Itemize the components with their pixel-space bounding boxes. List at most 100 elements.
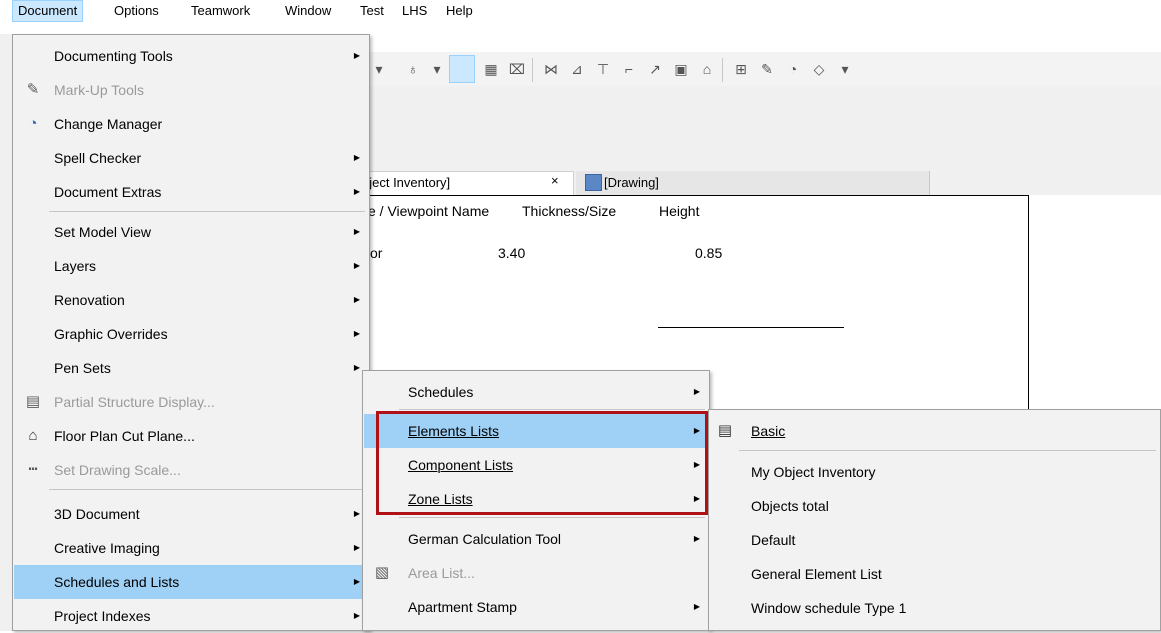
menu-item-partial-structure-display[interactable]: ▤ Partial Structure Display...	[14, 385, 368, 419]
submenu-arrow-icon: ▶	[353, 577, 360, 586]
menu-item-creative-imaging[interactable]: Creative Imaging ▶	[14, 531, 368, 565]
left-panel-edge	[0, 34, 12, 631]
cell-thickness: 3.40	[498, 245, 526, 261]
submenu-arrow-icon: ▶	[353, 543, 360, 552]
menu-item-german-calculation-tool[interactable]: German Calculation Tool ▶	[364, 522, 708, 556]
menu-item-basic[interactable]: ▤ Basic	[710, 414, 1159, 448]
menu-item-label: Graphic Overrides	[54, 326, 168, 342]
dropdown-arrow-icon[interactable]: ▾	[428, 60, 446, 78]
markup-icon[interactable]: ✎	[758, 60, 776, 78]
offset-icon[interactable]: ⌐	[620, 60, 638, 78]
menu-item-floor-plan-cut-plane[interactable]: ⌂ Floor Plan Cut Plane...	[14, 419, 368, 453]
menu-item-schedules[interactable]: Schedules ▶	[364, 375, 708, 409]
menu-lhs[interactable]: LHS	[397, 0, 432, 22]
menu-item-label: My Object Inventory	[751, 464, 876, 480]
submenu-arrow-icon: ▶	[353, 611, 360, 620]
roof-icon[interactable]: ⌂	[698, 60, 716, 78]
change-manager-icon: ◔	[28, 115, 38, 132]
menu-item-mark-up-tools[interactable]: ✎ Mark-Up Tools	[14, 73, 368, 107]
menu-item-label: Window schedule Type 1	[751, 600, 907, 616]
toolbar-separator	[532, 58, 533, 82]
document-menu: Documenting Tools ▶ ✎ Mark-Up Tools ◔ Ch…	[12, 34, 370, 631]
grid-table-icon[interactable]: ▦	[482, 60, 500, 78]
trim-icon[interactable]: ⋈	[542, 60, 560, 78]
menu-item-spell-checker[interactable]: Spell Checker ▶	[14, 141, 368, 175]
toolbar: ▾ ♁ ▾ ▦ ⌧ ⋈ ⊿ ⊤ ⌐ ↗ ▣ ⌂ ⊞ ✎ ◔ ◇ ▾	[370, 52, 1161, 86]
menu-item-renovation[interactable]: Renovation ▶	[14, 283, 368, 317]
menu-item-set-drawing-scale[interactable]: ┅ Set Drawing Scale...	[14, 453, 368, 487]
menu-item-label: Default	[751, 532, 796, 548]
menu-item-apartment-stamp[interactable]: Apartment Stamp ▶	[364, 590, 708, 624]
menu-item-label: Project Indexes	[54, 608, 151, 624]
menu-bar: Document Options Teamwork Window Test LH…	[0, 0, 1161, 22]
menu-item-objects-total[interactable]: Objects total	[710, 489, 1159, 523]
total-line	[658, 327, 844, 328]
submenu-arrow-icon: ▶	[353, 51, 360, 60]
menu-item-documenting-tools[interactable]: Documenting Tools ▶	[14, 39, 368, 73]
submenu-arrow-icon: ▶	[353, 329, 360, 338]
split-icon[interactable]: ⊿	[568, 60, 586, 78]
menu-document[interactable]: Document	[12, 0, 84, 22]
dimension-icon[interactable]: ⊞	[732, 60, 750, 78]
menu-item-label: Pen Sets	[54, 360, 111, 376]
figure-tool-icon[interactable]: ♁	[404, 60, 422, 78]
submenu-arrow-icon: ▶	[353, 363, 360, 372]
tab-drawing-label: [Drawing]	[604, 175, 659, 190]
menu-separator	[399, 409, 705, 410]
menu-item-graphic-overrides[interactable]: Graphic Overrides ▶	[14, 317, 368, 351]
info-box-area	[370, 86, 1161, 171]
dropdown-arrow-icon[interactable]: ▾	[836, 60, 854, 78]
area-list-icon: ▧	[374, 564, 390, 581]
menu-item-layers[interactable]: Layers ▶	[14, 249, 368, 283]
menu-test[interactable]: Test	[355, 0, 389, 22]
submenu-arrow-icon: ▶	[353, 187, 360, 196]
menu-item-label: Schedules and Lists	[54, 574, 180, 590]
menu-item-label: Schedules	[408, 384, 474, 400]
menu-item-pen-sets[interactable]: Pen Sets ▶	[14, 351, 368, 385]
submenu-arrow-icon: ▶	[353, 153, 360, 162]
menu-item-area-list[interactable]: ▧ Area List...	[364, 556, 708, 590]
frame-icon[interactable]: ▣	[672, 60, 690, 78]
menu-item-general-element-list[interactable]: General Element List	[710, 557, 1159, 591]
submenu-arrow-icon: ▶	[353, 509, 360, 518]
curve-icon[interactable]: ↗	[646, 60, 664, 78]
stretch-icon[interactable]: ⊤	[594, 60, 612, 78]
menu-item-label: Layers	[54, 258, 97, 274]
submenu-arrow-icon: ▶	[353, 261, 360, 270]
menu-separator	[49, 489, 365, 490]
menu-item-document-extras[interactable]: Document Extras ▶	[14, 175, 368, 209]
menu-options[interactable]: Options	[109, 0, 164, 22]
menu-item-label: Document Extras	[54, 184, 162, 200]
cross-icon[interactable]: ⌧	[508, 60, 526, 78]
menu-item-default[interactable]: Default	[710, 523, 1159, 557]
menu-item-window-schedule-type-1[interactable]: Window schedule Type 1	[710, 591, 1159, 625]
menu-window[interactable]: Window	[280, 0, 336, 22]
menu-teamwork[interactable]: Teamwork	[186, 0, 255, 22]
list-scheme-icon: ▤	[717, 422, 733, 439]
menu-help[interactable]: Help	[441, 0, 478, 22]
tab-object-inventory-label: bject Inventory]	[362, 175, 451, 190]
menu-item-label: Objects total	[751, 498, 829, 514]
menu-separator	[399, 517, 705, 518]
change-manager-icon[interactable]: ◔	[784, 60, 802, 78]
menu-item-schedules-and-lists[interactable]: Schedules and Lists ▶	[14, 565, 368, 599]
submenu-arrow-icon: ▶	[353, 227, 360, 236]
submenu-arrow-icon: ▶	[693, 534, 700, 543]
dropdown-arrow-icon[interactable]: ▾	[370, 60, 388, 78]
eraser-icon[interactable]: ◇	[810, 60, 828, 78]
menu-item-label: Set Drawing Scale...	[54, 462, 181, 478]
selected-tool-icon[interactable]	[449, 55, 475, 83]
menu-item-my-object-inventory[interactable]: My Object Inventory	[710, 455, 1159, 489]
cell-name: or	[370, 245, 383, 261]
menu-separator	[739, 450, 1156, 451]
column-header-height: Height	[659, 203, 700, 219]
close-icon[interactable]: ×	[551, 173, 559, 188]
floor-plan-cut-plane-icon: ⌂	[28, 427, 38, 444]
menu-item-project-indexes[interactable]: Project Indexes ▶	[14, 599, 368, 633]
menu-item-set-model-view[interactable]: Set Model View ▶	[14, 215, 368, 249]
menu-item-label: 3D Document	[54, 506, 140, 522]
menu-item-3d-document[interactable]: 3D Document ▶	[14, 497, 368, 531]
markup-icon: ✎	[26, 81, 40, 98]
cell-height: 0.85	[695, 245, 723, 261]
menu-item-change-manager[interactable]: ◔ Change Manager	[14, 107, 368, 141]
